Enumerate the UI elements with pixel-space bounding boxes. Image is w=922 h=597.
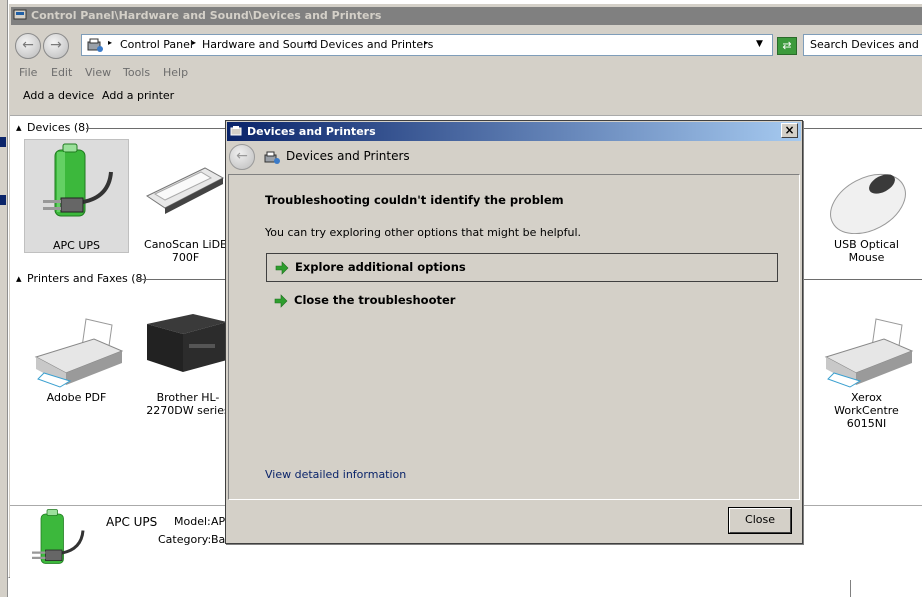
breadcrumb-devices-and-printers[interactable]: Devices and Printers — [320, 38, 433, 51]
device-label: APC UPS — [52, 239, 100, 252]
address-dropdown-icon[interactable]: ▼ — [756, 39, 763, 49]
battery-plug-icon — [43, 143, 113, 217]
device-label: USB Optical Mouse — [834, 238, 899, 264]
option-label: Close the troubleshooter — [294, 293, 456, 307]
control-panel-icon — [13, 9, 27, 20]
printer-adobe-pdf[interactable]: Adobe PDF — [24, 311, 129, 421]
back-button[interactable]: ← — [15, 33, 41, 59]
printers-group-toggle-icon[interactable]: ▴ — [16, 272, 22, 285]
add-printer-button[interactable]: Add a printer — [102, 89, 174, 102]
group-divider — [138, 279, 226, 280]
device-apc-ups[interactable]: APC UPS — [24, 139, 129, 253]
printers-group-header[interactable]: Printers and Faxes (8) — [27, 272, 147, 285]
menu-help[interactable]: Help — [163, 66, 188, 79]
search-input[interactable]: Search Devices and Printers — [803, 34, 922, 56]
view-detailed-information-link[interactable]: View detailed information — [265, 468, 406, 481]
printer-label: Brother HL-2270DW series — [146, 391, 230, 417]
details-category-value: Ba — [211, 533, 226, 546]
green-arrow-icon — [275, 261, 289, 275]
dialog-header: ← Devices and Printers — [227, 142, 801, 174]
menu-edit[interactable]: Edit — [51, 66, 72, 79]
printer-xerox[interactable]: Xerox WorkCentre 6015NI — [818, 311, 915, 430]
window-edge-line — [850, 580, 851, 597]
back-arrow-icon: ← — [236, 148, 248, 164]
battery-plug-icon — [32, 509, 85, 564]
refresh-button[interactable]: ⇄ — [777, 37, 797, 55]
details-device-name: APC UPS — [106, 515, 158, 529]
dialog-body: Troubleshooting couldn't identify the pr… — [228, 174, 800, 500]
explore-additional-options-button[interactable]: Explore additional options — [266, 253, 778, 282]
dialog-title-bar[interactable]: Devices and Printers — [227, 122, 801, 141]
devices-group-toggle-icon[interactable]: ▴ — [16, 121, 22, 134]
printer-label: Xerox WorkCentre 6015NI — [834, 391, 899, 430]
printer-icon — [34, 318, 124, 388]
option-label: Explore additional options — [295, 260, 466, 274]
printer-icon — [824, 318, 914, 388]
forward-arrow-icon: → — [50, 37, 62, 53]
breadcrumb-separator-icon[interactable]: ▸ — [192, 38, 196, 47]
breadcrumb-separator-icon[interactable]: ▸ — [424, 38, 428, 47]
device-label: CanoScan LiDE 700F — [144, 238, 227, 264]
mouse-icon — [830, 173, 906, 234]
dialog-header-title: Devices and Printers — [286, 149, 410, 163]
breadcrumb-control-panel[interactable]: Control Panel — [120, 38, 193, 51]
device-canoscan[interactable]: CanoScan LiDE 700F — [143, 146, 228, 266]
menu-tools[interactable]: Tools — [123, 66, 150, 79]
troubleshooter-dialog: Devices and Printers × ← Devices and Pri… — [225, 120, 803, 544]
green-arrow-icon — [274, 294, 288, 308]
dialog-back-button[interactable]: ← — [229, 144, 255, 170]
dialog-subtext: You can try exploring other options that… — [265, 226, 582, 239]
address-bar[interactable]: ▸ Control Panel ▸ Hardware and Sound ▸ D… — [81, 34, 773, 56]
devices-printers-icon — [264, 151, 280, 164]
forward-button[interactable]: → — [43, 33, 69, 59]
breadcrumb-hardware-and-sound[interactable]: Hardware and Sound — [202, 38, 317, 51]
selection-marker — [0, 137, 6, 147]
devices-printers-icon — [87, 38, 103, 52]
printer-brother[interactable]: Brother HL-2270DW series — [143, 306, 233, 426]
selection-marker — [0, 195, 6, 205]
laser-printer-icon — [147, 314, 227, 372]
menu-view[interactable]: View — [85, 66, 111, 79]
background-window-edge — [0, 0, 8, 597]
group-divider — [803, 279, 922, 280]
dialog-close-icon[interactable]: × — [781, 123, 798, 138]
devices-printers-icon — [230, 126, 242, 136]
back-arrow-icon: ← — [22, 37, 34, 53]
printer-label: Adobe PDF — [46, 391, 107, 404]
details-category-label: Category: — [158, 533, 212, 546]
devices-group-header[interactable]: Devices (8) — [27, 121, 89, 134]
refresh-icon: ⇄ — [782, 39, 792, 52]
group-divider — [803, 128, 922, 129]
close-troubleshooter-button[interactable]: Close the troubleshooter — [266, 287, 778, 316]
close-button[interactable]: Close — [728, 507, 792, 534]
scanner-icon — [145, 167, 225, 214]
group-divider — [86, 128, 226, 129]
device-usb-optical-mouse[interactable]: USB Optical Mouse — [818, 156, 915, 264]
breadcrumb-separator-icon[interactable]: ▸ — [308, 38, 312, 47]
details-model-label: Model: — [174, 515, 211, 528]
menu-file[interactable]: File — [19, 66, 37, 79]
breadcrumb-separator-icon[interactable]: ▸ — [108, 38, 112, 47]
add-device-button[interactable]: Add a device — [23, 89, 94, 102]
explorer-title-bar: Control Panel\Hardware and Sound\Devices… — [11, 7, 922, 25]
navigation-row: ← → ▸ Control Panel ▸ Hardware and Sound… — [11, 29, 922, 61]
dialog-heading: Troubleshooting couldn't identify the pr… — [265, 193, 564, 207]
details-model-value: AP — [211, 515, 226, 528]
